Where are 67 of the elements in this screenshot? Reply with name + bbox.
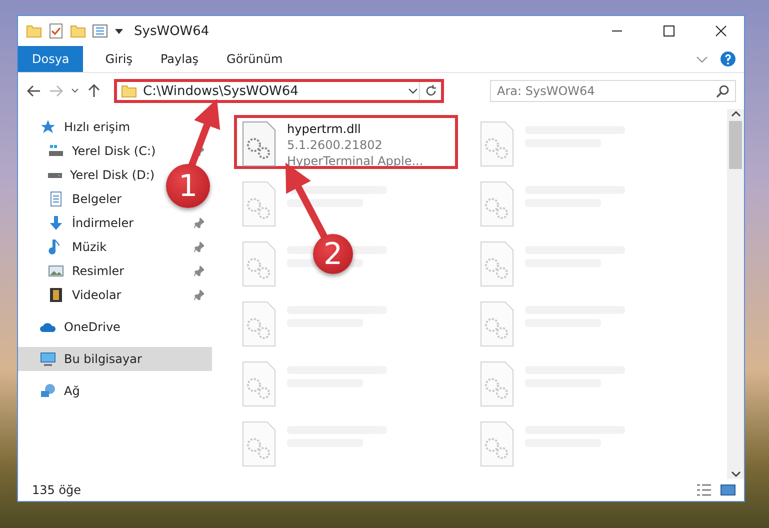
forward-arrow-icon bbox=[48, 83, 64, 99]
folder-icon bbox=[70, 23, 86, 39]
film-icon bbox=[48, 287, 64, 303]
scroll-down-icon bbox=[730, 469, 740, 479]
pin-icon bbox=[194, 242, 204, 252]
dll-file-icon bbox=[241, 361, 277, 407]
dll-file-icon bbox=[241, 121, 277, 167]
dll-file-icon bbox=[479, 421, 515, 467]
folder-icon bbox=[26, 23, 42, 39]
sidebar-item[interactable]: OneDrive bbox=[40, 315, 124, 339]
file-item[interactable]: hypertrm.dll 5.1.2600.21802 HyperTerminal Apple... bbox=[234, 115, 458, 169]
refresh-icon bbox=[424, 85, 436, 97]
back-arrow-icon bbox=[26, 83, 42, 99]
dll-file-icon bbox=[479, 121, 515, 167]
drive-icon bbox=[48, 143, 64, 159]
large-icons-view-icon bbox=[720, 482, 736, 498]
address-bar[interactable]: C:\Windows\SysWOW64 bbox=[114, 79, 444, 103]
dropdown-icon bbox=[114, 26, 124, 36]
sidebar-item[interactable]: Ağ bbox=[40, 379, 84, 403]
folder-icon bbox=[121, 83, 137, 99]
dll-file-icon bbox=[479, 361, 515, 407]
dll-file-icon bbox=[241, 421, 277, 467]
ribbon-tab[interactable]: Paylaş bbox=[146, 46, 213, 72]
sidebar-item[interactable]: Videolar bbox=[48, 283, 126, 307]
item-count: 135 öğe bbox=[32, 483, 82, 497]
up-arrow-icon bbox=[86, 83, 102, 99]
window-title: SysWOW64 bbox=[134, 24, 210, 38]
ribbon-tab[interactable]: Görünüm bbox=[212, 46, 297, 72]
sidebar-item[interactable]: Yerel Disk (D:) bbox=[48, 163, 159, 187]
pin-icon bbox=[194, 218, 204, 228]
scrollbar[interactable] bbox=[727, 109, 744, 479]
dll-file-icon bbox=[479, 181, 515, 227]
checklist-icon bbox=[48, 23, 64, 39]
dll-file-icon bbox=[241, 241, 277, 287]
dll-file-icon bbox=[479, 241, 515, 287]
pin-icon bbox=[194, 290, 204, 300]
file-detail: 5.1.2600.21802 bbox=[287, 137, 384, 153]
search-icon bbox=[716, 84, 730, 98]
file-name: hypertrm.dll bbox=[287, 121, 362, 137]
scroll-up-icon bbox=[730, 109, 740, 119]
picture-icon bbox=[48, 263, 64, 279]
close-icon bbox=[715, 25, 727, 37]
maximize-icon bbox=[663, 25, 675, 37]
sidebar-item[interactable]: İndirmeler bbox=[48, 211, 138, 235]
star-icon bbox=[40, 119, 56, 135]
drive-icon bbox=[48, 172, 62, 178]
pin-icon bbox=[194, 266, 204, 276]
monitor-icon bbox=[40, 351, 56, 367]
sidebar-item[interactable]: Yerel Disk (C:) bbox=[48, 139, 160, 163]
sidebar-item[interactable]: Resimler bbox=[48, 259, 128, 283]
file-menu-tab[interactable]: Dosya bbox=[18, 46, 84, 72]
sidebar-item[interactable]: Hızlı erişim bbox=[40, 115, 134, 139]
down-arrow-icon bbox=[48, 215, 64, 231]
document-icon bbox=[48, 191, 64, 207]
search-field[interactable]: Ara: SysWOW64 bbox=[490, 80, 736, 102]
file-detail: HyperTerminal Apple... bbox=[287, 153, 424, 169]
scrollbar-thumb[interactable] bbox=[729, 121, 742, 169]
sidebar-item[interactable]: Müzik bbox=[48, 235, 111, 259]
dll-file-icon bbox=[241, 301, 277, 347]
ribbon-tab[interactable]: Giriş bbox=[91, 46, 146, 72]
dll-file-icon bbox=[479, 301, 515, 347]
properties-icon bbox=[92, 23, 108, 39]
sidebar-item[interactable]: Belgeler bbox=[48, 187, 126, 211]
help-icon bbox=[720, 51, 736, 67]
details-view-icon bbox=[696, 482, 712, 498]
network-icon bbox=[40, 383, 56, 399]
dll-file-icon bbox=[241, 181, 277, 227]
